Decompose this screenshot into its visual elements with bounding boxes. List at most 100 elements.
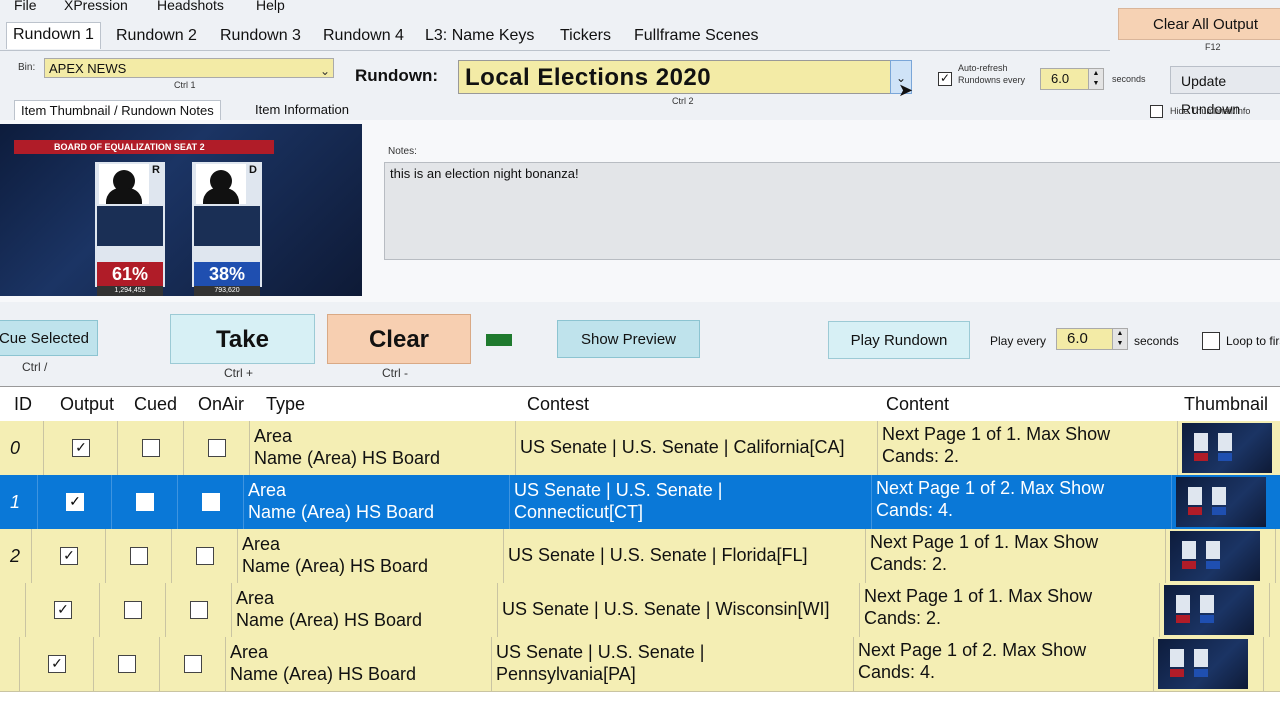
loop-checkbox[interactable] bbox=[1202, 332, 1220, 350]
cell-output: ✓ bbox=[26, 583, 100, 637]
row-id: 1 bbox=[10, 492, 21, 512]
cued-checkbox[interactable] bbox=[118, 655, 136, 673]
cell-thumbnail bbox=[1160, 583, 1270, 637]
spinner-arrows-icon[interactable]: ▲ ▼ bbox=[1112, 329, 1127, 349]
candidate-card-r: R 61% 1,294,453 bbox=[95, 162, 165, 296]
row-contest-line: US Senate | U.S. Senate | bbox=[514, 480, 723, 500]
col-header-thumbnail[interactable]: Thumbnail bbox=[1184, 387, 1268, 421]
clear-button[interactable]: Clear bbox=[327, 314, 471, 364]
row-type-line: Name (Area) HS Board bbox=[254, 448, 441, 468]
col-header-output[interactable]: Output bbox=[60, 387, 114, 421]
menu-file[interactable]: File bbox=[14, 0, 37, 13]
output-checkbox[interactable]: ✓ bbox=[66, 493, 84, 511]
auto-refresh-interval-input[interactable]: 6.0 ▲ ▼ bbox=[1040, 68, 1104, 90]
col-header-type[interactable]: Type bbox=[266, 387, 305, 421]
row-thumbnail-image bbox=[1182, 423, 1272, 473]
cell-content: Next Page 1 of 1. Max Show Cands: 2. bbox=[866, 529, 1166, 583]
cued-checkbox[interactable] bbox=[142, 439, 160, 457]
onair-checkbox[interactable] bbox=[208, 439, 226, 457]
hide-thumbnail-checkbox[interactable] bbox=[1150, 105, 1163, 118]
row-contest-line: US Senate | U.S. Senate | California[CA] bbox=[520, 437, 845, 457]
clear-all-shortcut: F12 bbox=[1205, 42, 1221, 52]
loop-label: Loop to first bbox=[1226, 334, 1280, 348]
cell-thumbnail bbox=[1172, 475, 1280, 529]
spinner-arrows-icon[interactable]: ▲ ▼ bbox=[1088, 69, 1103, 89]
cell-type: Area Name (Area) HS Board bbox=[250, 421, 516, 475]
clear-shortcut: Ctrl - bbox=[382, 366, 408, 380]
onair-checkbox[interactable] bbox=[190, 601, 208, 619]
tab-item-thumbnail[interactable]: Item Thumbnail / Rundown Notes bbox=[14, 100, 221, 121]
show-preview-button[interactable]: Show Preview bbox=[557, 320, 700, 358]
row-thumbnail-image bbox=[1158, 639, 1248, 689]
row-thumbnail-image bbox=[1164, 585, 1254, 635]
row-thumbnail-image bbox=[1170, 531, 1260, 581]
auto-refresh-label: Auto-refresh Rundowns every bbox=[958, 63, 1026, 85]
party-label-d: D bbox=[249, 164, 257, 176]
row-content-line: Next Page 1 of 1. Max Show bbox=[864, 586, 1093, 606]
update-rundown-button[interactable]: Update Rundown bbox=[1170, 66, 1280, 117]
col-header-onair[interactable]: OnAir bbox=[198, 387, 244, 421]
auto-refresh-checkbox[interactable]: ✓ bbox=[938, 72, 952, 86]
play-rundown-button[interactable]: Play Rundown bbox=[828, 321, 970, 359]
col-header-cued[interactable]: Cued bbox=[134, 387, 177, 421]
clear-all-output-button[interactable]: Clear All Output bbox=[1118, 8, 1280, 40]
table-row[interactable]: ✓ Area Name (Area) HS Board US Senate | U.S… bbox=[0, 583, 1280, 638]
output-checkbox[interactable]: ✓ bbox=[72, 439, 90, 457]
chevron-down-icon: ⌄ bbox=[319, 64, 330, 78]
bin-select[interactable]: APEX NEWS ⌄ bbox=[44, 58, 334, 78]
tab-rundown-4[interactable]: Rundown 4 bbox=[317, 24, 410, 48]
menu-bar: File XPression Headshots Help bbox=[0, 0, 1280, 16]
votes-r: 1,294,453 bbox=[97, 286, 163, 296]
cue-selected-button[interactable]: Cue Selected bbox=[0, 320, 98, 356]
menu-headshots[interactable]: Headshots bbox=[157, 0, 224, 13]
cued-checkbox[interactable] bbox=[130, 547, 148, 565]
table-row[interactable]: 2 ✓ Area Name (Area) HS Board US Senate | U.… bbox=[0, 529, 1280, 584]
cell-output: ✓ bbox=[38, 475, 112, 529]
row-contest-line: US Senate | U.S. Senate | Wisconsin[WI] bbox=[502, 599, 830, 619]
rundown-select[interactable]: Local Elections 2020 bbox=[458, 60, 892, 94]
row-type-line: Name (Area) HS Board bbox=[236, 610, 423, 630]
tab-rundown-3[interactable]: Rundown 3 bbox=[214, 24, 307, 48]
tab-fullframe-scenes[interactable]: Fullframe Scenes bbox=[628, 24, 765, 48]
play-every-input[interactable]: 6.0 ▲ ▼ bbox=[1056, 328, 1128, 350]
tab-rundown-1[interactable]: Rundown 1 bbox=[6, 22, 101, 49]
votes-d: 793,620 bbox=[194, 286, 260, 296]
status-indicator-light bbox=[486, 334, 512, 346]
hide-thumbnail-label: Hide Thumbnail/Info bbox=[1170, 106, 1251, 116]
tab-tickers[interactable]: Tickers bbox=[554, 24, 617, 48]
menu-help[interactable]: Help bbox=[256, 0, 285, 13]
table-row[interactable]: ✓ Area Name (Area) HS Board US Senate | U.S… bbox=[0, 637, 1280, 692]
row-type-line: Name (Area) HS Board bbox=[248, 502, 435, 522]
table-row[interactable]: 1 ✓ Area Name (Area) HS Board US Senate | U.… bbox=[0, 475, 1280, 530]
row-type-line: Name (Area) HS Board bbox=[242, 556, 429, 576]
percent-d: 38% bbox=[194, 262, 260, 286]
col-header-contest[interactable]: Contest bbox=[527, 387, 589, 421]
cell-type: Area Name (Area) HS Board bbox=[226, 637, 492, 691]
col-header-id[interactable]: ID bbox=[14, 387, 32, 421]
onair-checkbox[interactable] bbox=[196, 547, 214, 565]
col-header-content[interactable]: Content bbox=[886, 387, 949, 421]
rundown-table: ID Output Cued OnAir Type Contest Conten… bbox=[0, 386, 1280, 709]
party-label-r: R bbox=[152, 164, 160, 176]
rundown-value: Local Elections 2020 bbox=[465, 64, 712, 91]
headshot-icon bbox=[99, 164, 149, 204]
tab-item-information[interactable]: Item Information bbox=[249, 100, 355, 120]
take-button[interactable]: Take bbox=[170, 314, 315, 364]
onair-checkbox[interactable] bbox=[202, 493, 220, 511]
menu-xpression[interactable]: XPression bbox=[64, 0, 128, 13]
output-checkbox[interactable]: ✓ bbox=[60, 547, 78, 565]
cell-contest: US Senate | U.S. Senate | California[CA] bbox=[516, 421, 878, 475]
output-checkbox[interactable]: ✓ bbox=[54, 601, 72, 619]
cued-checkbox[interactable] bbox=[124, 601, 142, 619]
table-row[interactable]: 0 ✓ Area Name (Area) HS Board US Senate | U.… bbox=[0, 421, 1280, 476]
tab-l3-name-keys[interactable]: L3: Name Keys bbox=[419, 24, 540, 48]
output-checkbox[interactable]: ✓ bbox=[48, 655, 66, 673]
row-thumbnail-image bbox=[1176, 477, 1266, 527]
cued-checkbox[interactable] bbox=[136, 493, 154, 511]
notes-textarea[interactable]: this is an election night bonanza! bbox=[384, 162, 1280, 260]
onair-checkbox[interactable] bbox=[184, 655, 202, 673]
row-type-line: Name (Area) HS Board bbox=[230, 664, 417, 684]
cell-type: Area Name (Area) HS Board bbox=[238, 529, 504, 583]
cell-cued bbox=[100, 583, 166, 637]
tab-rundown-2[interactable]: Rundown 2 bbox=[110, 24, 203, 48]
